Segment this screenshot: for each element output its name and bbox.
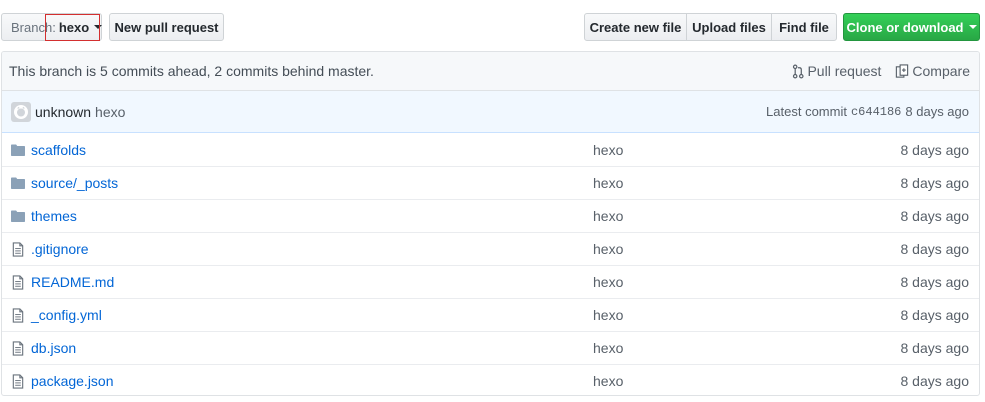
file-row: _config.yml hexo 8 days ago [2, 298, 979, 331]
clone-label: Clone or download [846, 19, 964, 35]
file-age: 8 days ago [900, 307, 970, 323]
file-name-link[interactable]: package.json [31, 373, 593, 389]
folder-icon [10, 177, 26, 189]
avatar[interactable] [11, 101, 31, 122]
create-new-file-button[interactable]: Create new file [584, 13, 687, 41]
upload-files-button[interactable]: Upload files [686, 13, 772, 41]
file-row: source/_posts hexo 8 days ago [2, 166, 979, 199]
file-age: 8 days ago [900, 175, 970, 191]
file-name-link[interactable]: db.json [31, 340, 593, 356]
file-icon [10, 373, 26, 389]
file-name-link[interactable]: scaffolds [31, 142, 593, 158]
file-name-link[interactable]: README.md [31, 274, 593, 290]
file-age: 8 days ago [900, 241, 970, 257]
pull-request-icon [793, 64, 805, 78]
latest-commit-label: Latest commit [766, 104, 847, 119]
branch-tracking-bar: This branch is 5 commits ahead, 2 commit… [2, 52, 979, 91]
file-age: 8 days ago [900, 373, 970, 389]
branch-prefix: Branch: [11, 19, 56, 35]
caret-down-icon [968, 25, 977, 29]
file-row: scaffolds hexo 8 days ago [2, 133, 979, 166]
pull-request-label: Pull request [807, 63, 882, 79]
folder-icon [10, 144, 26, 156]
pull-request-link[interactable]: Pull request [792, 63, 881, 79]
clone-or-download-button[interactable]: Clone or download [843, 13, 980, 41]
file-commit-message[interactable]: hexo [593, 142, 901, 158]
file-icon [10, 274, 26, 290]
commit-message[interactable]: hexo [95, 104, 766, 120]
file-list: scaffolds hexo 8 days ago source/_posts hexo… [2, 133, 979, 395]
file-commit-message[interactable]: hexo [593, 373, 901, 389]
compare-icon [896, 63, 909, 78]
find-file-button[interactable]: Find file [771, 13, 837, 41]
compare-label: Compare [912, 63, 970, 79]
github-octocat-icon [14, 104, 28, 119]
file-row: db.json hexo 8 days ago [2, 331, 979, 364]
branch-select-button[interactable]: Branch: hexo [1, 13, 103, 41]
file-name-link[interactable]: themes [31, 208, 593, 224]
file-commit-message[interactable]: hexo [593, 307, 901, 323]
file-icon [10, 307, 26, 323]
file-name-link[interactable]: _config.yml [31, 307, 593, 323]
file-commit-message[interactable]: hexo [593, 175, 901, 191]
new-pull-request-button[interactable]: New pull request [109, 13, 224, 41]
file-commit-message[interactable]: hexo [593, 340, 901, 356]
file-name-link[interactable]: source/_posts [31, 175, 593, 191]
tracking-message: This branch is 5 commits ahead, 2 commit… [9, 63, 374, 79]
file-age: 8 days ago [900, 141, 970, 158]
caret-down-icon [94, 25, 103, 29]
file-icon [10, 241, 26, 257]
file-row: README.md hexo 8 days ago [2, 265, 979, 298]
commit-age: 8 days ago [905, 104, 969, 119]
file-name-link[interactable]: .gitignore [31, 241, 593, 257]
folder-icon [10, 210, 26, 222]
file-row: themes hexo 8 days ago [2, 199, 979, 232]
file-row: package.json hexo 8 days ago [2, 364, 979, 395]
file-commit-message[interactable]: hexo [593, 274, 901, 290]
file-age: 8 days ago [900, 274, 970, 290]
file-commit-message[interactable]: hexo [593, 208, 901, 224]
file-age: 8 days ago [900, 340, 970, 356]
file-commit-message[interactable]: hexo [593, 241, 901, 257]
compare-link[interactable]: Compare [895, 63, 970, 79]
commit-author[interactable]: unknown [35, 104, 91, 120]
file-browser-panel: This branch is 5 commits ahead, 2 commit… [1, 51, 980, 396]
branch-name: hexo [58, 19, 90, 35]
latest-commit-bar: unknown hexo Latest commit c644186 8 day… [2, 91, 979, 133]
file-age: 8 days ago [900, 208, 970, 224]
file-row: .gitignore hexo 8 days ago [2, 232, 979, 265]
commit-sha[interactable]: c644186 [851, 105, 901, 119]
file-icon [10, 340, 26, 356]
